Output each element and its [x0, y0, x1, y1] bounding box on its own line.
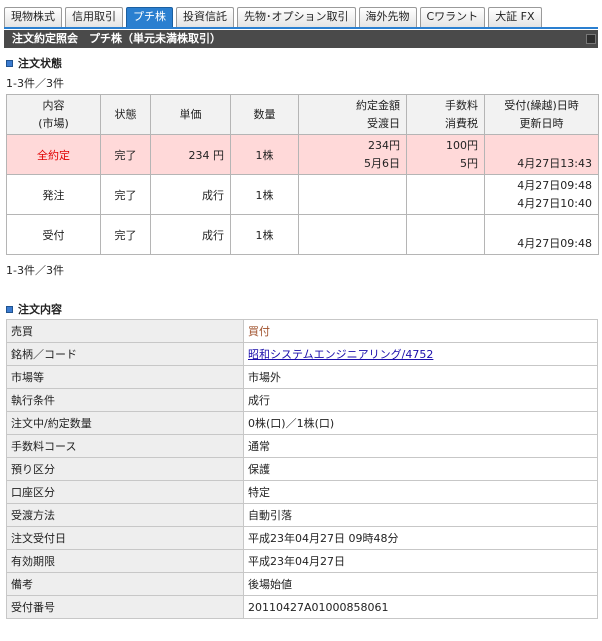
tab-cash-stocks[interactable]: 現物株式	[4, 7, 62, 27]
page-title-bar: 注文約定照会 プチ株（単元未満株取引）	[4, 30, 598, 48]
row-datetime: 4月27日09:48 4月27日10:40	[484, 174, 599, 215]
detail-label: 執行条件	[6, 388, 244, 412]
order-status-title: 注文状態	[18, 57, 62, 70]
detail-label: 銘柄／コード	[6, 342, 244, 366]
detail-row: 注文中/約定数量 0株(口)／1株(口)	[6, 411, 598, 435]
detail-value: 成行	[243, 388, 598, 412]
row-amount	[298, 214, 407, 255]
detail-value-side: 買付	[243, 319, 598, 343]
result-count-top: 1-3件／3件	[6, 77, 64, 90]
row-status: 完了	[100, 214, 151, 255]
row-status: 完了	[100, 174, 151, 215]
tab-osaka-fx[interactable]: 大証 FX	[488, 7, 542, 27]
detail-row: 手数料コース 通常	[6, 434, 598, 458]
row-content: 受付	[6, 214, 101, 255]
detail-value: 自動引落	[243, 503, 598, 527]
detail-row: 注文受付日 平成23年04月27日 09時48分	[6, 526, 598, 550]
detail-value: 特定	[243, 480, 598, 504]
tab-overseas-futures[interactable]: 海外先物	[358, 7, 417, 27]
detail-row: 市場等 市場外	[6, 365, 598, 389]
tab-underline	[4, 27, 598, 29]
detail-value: 0株(口)／1株(口)	[243, 411, 598, 435]
detail-label: 注文受付日	[6, 526, 244, 550]
table-row: 受付 完了 成行 1株 4月27日09:48	[6, 214, 599, 255]
order-status-heading: 注文状態	[6, 55, 62, 71]
row-fee: 100円 5円	[406, 134, 485, 175]
detail-label: 売買	[6, 319, 244, 343]
detail-label: 有効期限	[6, 549, 244, 573]
row-content: 発注	[6, 174, 101, 215]
square-bullet-icon	[6, 59, 13, 67]
header-amount: 約定金額 受渡日	[298, 94, 407, 135]
stock-name-link[interactable]: 昭和システムエンジニアリング/4752	[248, 348, 433, 361]
square-bullet-icon	[6, 305, 13, 313]
row-datetime: 4月27日09:48	[484, 214, 599, 255]
row-status: 完了	[100, 134, 151, 175]
tab-c-warrant[interactable]: Cワラント	[419, 7, 486, 27]
row-amount	[298, 174, 407, 215]
order-details-heading: 注文内容	[6, 301, 62, 317]
detail-row: 執行条件 成行	[6, 388, 598, 412]
detail-value: 平成23年04月27日 09時48分	[243, 526, 598, 550]
row-quantity: 1株	[230, 134, 299, 175]
detail-label: 受渡方法	[6, 503, 244, 527]
detail-value: 市場外	[243, 365, 598, 389]
header-datetime: 受付(繰越)日時 更新日時	[484, 94, 599, 135]
detail-label: 手数料コース	[6, 434, 244, 458]
detail-row: 備考 後場始値	[6, 572, 598, 596]
detail-label: 受付番号	[6, 595, 244, 619]
row-datetime: 4月27日13:43	[484, 134, 599, 175]
row-unit-price: 成行	[150, 214, 231, 255]
table-row: 発注 完了 成行 1株 4月27日09:48 4月27日10:40	[6, 174, 599, 215]
detail-value: 20110427A01000858061	[243, 595, 598, 619]
header-fee: 手数料 消費税	[406, 94, 485, 135]
row-unit-price: 成行	[150, 174, 231, 215]
detail-label: 市場等	[6, 365, 244, 389]
row-content: 全約定	[6, 134, 101, 175]
row-amount: 234円 5月6日	[298, 134, 407, 175]
order-status-table: 内容 (市場) 状態 単価 数量 約定金額 受渡日 手数料 消費税 受付(繰越)…	[6, 94, 599, 255]
result-count-bottom: 1-3件／3件	[6, 264, 64, 277]
detail-row-stock: 銘柄／コード 昭和システムエンジニアリング/4752	[6, 342, 598, 366]
header-content: 内容 (市場)	[6, 94, 101, 135]
tab-bar: 現物株式 信用取引 プチ株 投資信託 先物･オプション取引 海外先物 Cワラント…	[4, 7, 545, 27]
row-unit-price: 234 円	[150, 134, 231, 175]
detail-row: 口座区分 特定	[6, 480, 598, 504]
detail-label: 備考	[6, 572, 244, 596]
detail-value: 平成23年04月27日	[243, 549, 598, 573]
order-details-title: 注文内容	[18, 303, 62, 316]
detail-value: 通常	[243, 434, 598, 458]
detail-value: 保護	[243, 457, 598, 481]
table-header-row: 内容 (市場) 状態 単価 数量 約定金額 受渡日 手数料 消費税 受付(繰越)…	[6, 94, 599, 135]
detail-label: 口座区分	[6, 480, 244, 504]
detail-label: 注文中/約定数量	[6, 411, 244, 435]
header-status: 状態	[100, 94, 151, 135]
row-fee	[406, 174, 485, 215]
page-title: 注文約定照会 プチ株（単元未満株取引）	[12, 32, 221, 45]
order-details-table: 売買 買付 銘柄／コード 昭和システムエンジニアリング/4752 市場等 市場外…	[6, 319, 598, 619]
header-unit-price: 単価	[150, 94, 231, 135]
tab-futures-options[interactable]: 先物･オプション取引	[237, 7, 356, 27]
tab-margin-trading[interactable]: 信用取引	[65, 7, 123, 27]
row-quantity: 1株	[230, 174, 299, 215]
detail-row: 受渡方法 自動引落	[6, 503, 598, 527]
detail-value: 後場始値	[243, 572, 598, 596]
detail-row: 有効期限 平成23年04月27日	[6, 549, 598, 573]
header-quantity: 数量	[230, 94, 299, 135]
table-row: 全約定 完了 234 円 1株 234円 5月6日 100円 5円 4月27日1…	[6, 134, 599, 175]
row-fee	[406, 214, 485, 255]
tab-petit-stocks[interactable]: プチ株	[126, 7, 173, 27]
detail-row: 受付番号 20110427A01000858061	[6, 595, 598, 619]
row-quantity: 1株	[230, 214, 299, 255]
detail-label: 預り区分	[6, 457, 244, 481]
tab-investment-trust[interactable]: 投資信託	[176, 7, 234, 27]
detail-row-side: 売買 買付	[6, 319, 598, 343]
detail-row: 預り区分 保護	[6, 457, 598, 481]
corner-box-icon	[586, 34, 596, 44]
